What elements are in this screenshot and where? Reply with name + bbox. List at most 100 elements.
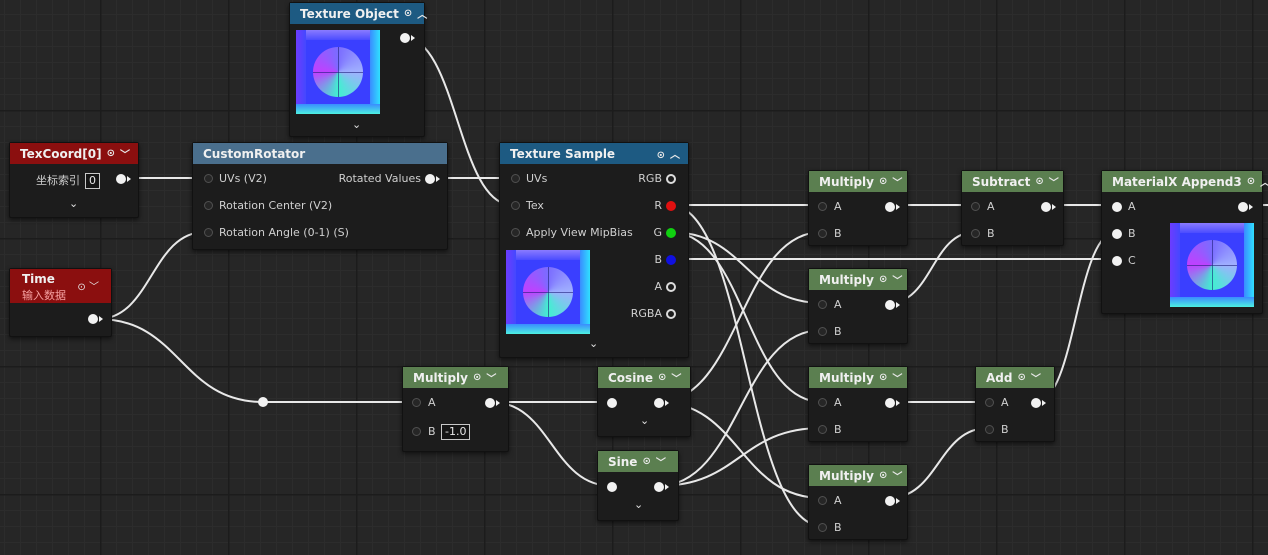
input-pin-uvs[interactable] [204,174,213,183]
chevron-up-icon[interactable]: ︿ [1260,174,1268,189]
chevron-down-icon[interactable]: ﹀ [1049,174,1059,189]
input-pin-b[interactable] [985,425,994,434]
input-pin-b[interactable] [971,229,980,238]
output-pin[interactable] [654,482,664,492]
node-header[interactable]: Multiply ⊙ ﹀ [809,465,907,486]
input-pin-mip-bias[interactable] [511,228,520,237]
chevron-down-icon[interactable]: ﹀ [671,370,681,385]
node-multiply-2[interactable]: Multiply ⊙ ﹀ A B [808,268,908,344]
input-pin[interactable] [607,482,617,492]
input-pin-uvs[interactable] [511,174,520,183]
input-pin-rotation-center[interactable] [204,201,213,210]
input-pin-a[interactable] [818,202,827,211]
output-pin[interactable] [88,314,98,324]
node-header[interactable]: Texture Sample ⊙ ︿ [500,143,688,164]
output-pin[interactable] [885,300,895,310]
chevron-down-icon[interactable]: ﹀ [120,146,130,161]
input-pin-a[interactable] [1112,202,1122,212]
node-sine[interactable]: Sine ⊙ ﹀ ⌄ [597,450,679,521]
node-multiply-3[interactable]: Multiply ⊙ ﹀ A B [808,366,908,442]
preview-toggle-icon[interactable]: ⊙ [1017,372,1025,383]
output-pin-rgba[interactable] [666,309,676,319]
input-pin[interactable] [607,398,617,408]
b-value-input[interactable]: -1.0 [441,424,471,440]
output-pin[interactable] [885,202,895,212]
output-pin[interactable] [1031,398,1041,408]
preview-toggle-icon[interactable]: ⊙ [879,274,887,285]
output-pin[interactable] [885,496,895,506]
preview-toggle-icon[interactable]: ⊙ [77,282,85,293]
node-subtract[interactable]: Subtract ⊙ ﹀ A B [961,170,1064,246]
node-custom-rotator[interactable]: CustomRotator UVs (V2) Rotation Center (… [192,142,448,250]
node-multiply-1[interactable]: Multiply ⊙ ﹀ A B [808,170,908,246]
output-pin[interactable] [485,398,495,408]
preview-toggle-icon[interactable]: ⊙ [879,470,887,481]
node-header[interactable]: Multiply ⊙ ﹀ [809,367,907,388]
chevron-down-icon[interactable]: ⌄ [69,197,78,210]
chevron-down-icon[interactable]: ﹀ [892,370,902,385]
node-header[interactable]: Multiply ⊙ ﹀ [809,171,907,192]
node-header[interactable]: Multiply ⊙ ﹀ [809,269,907,290]
chevron-down-icon[interactable]: ⌄ [634,498,643,511]
input-pin-b[interactable] [818,425,827,434]
node-header[interactable]: Texture Object ⊙ ︿ [290,3,427,24]
preview-toggle-icon[interactable]: ⊙ [879,372,887,383]
input-pin-a[interactable] [818,300,827,309]
input-pin-rotation-angle[interactable] [204,228,213,237]
node-add[interactable]: Add ⊙ ﹀ A B [975,366,1055,442]
output-pin-a[interactable] [666,282,676,292]
coordinate-index-input[interactable]: 0 [85,173,100,189]
preview-toggle-icon[interactable]: ⊙ [404,8,412,19]
node-header[interactable]: Multiply ⊙ ﹀ [403,367,508,388]
node-time[interactable]: Time 输入数据 ⊙ ﹀ [9,268,112,337]
chevron-down-icon[interactable]: ⌄ [352,118,361,131]
output-pin-g[interactable] [666,228,676,238]
input-pin-b[interactable] [818,229,827,238]
preview-toggle-icon[interactable]: ⊙ [657,150,665,161]
node-header[interactable]: Time 输入数据 ⊙ ﹀ [10,269,111,303]
node-header[interactable]: MaterialX Append3 ⊙ ︿ [1102,171,1268,192]
output-pin[interactable] [116,174,126,184]
chevron-up-icon[interactable]: ︿ [670,150,680,161]
node-materialx-append3[interactable]: MaterialX Append3 ⊙ ︿ A B C [1101,170,1268,314]
chevron-down-icon[interactable]: ﹀ [892,468,902,483]
chevron-down-icon[interactable]: ﹀ [1031,370,1041,385]
output-pin[interactable] [654,398,664,408]
reroute-pin[interactable] [258,397,268,407]
preview-toggle-icon[interactable]: ⊙ [642,456,650,467]
node-texcoord[interactable]: TexCoord[0] ⊙ ﹀ 坐标索引 0 ⌄ [9,142,139,218]
input-pin-b[interactable] [818,327,827,336]
input-pin-b[interactable] [818,523,827,532]
input-pin-a[interactable] [971,202,980,211]
node-cosine[interactable]: Cosine ⊙ ﹀ ⌄ [597,366,691,437]
output-pin-b[interactable] [666,255,676,265]
chevron-down-icon[interactable]: ﹀ [486,370,496,385]
output-pin[interactable] [400,33,410,43]
node-multiply-4[interactable]: Multiply ⊙ ﹀ A B [808,464,908,540]
output-pin[interactable] [1041,202,1051,212]
preview-toggle-icon[interactable]: ⊙ [107,148,115,159]
input-pin-b[interactable] [1112,229,1122,239]
preview-toggle-icon[interactable]: ⊙ [473,372,481,383]
output-pin[interactable] [1238,202,1248,212]
chevron-down-icon[interactable]: ﹀ [89,282,99,293]
node-header[interactable]: Subtract ⊙ ﹀ [962,171,1063,192]
node-header[interactable]: Add ⊙ ﹀ [976,367,1054,388]
chevron-up-icon[interactable]: ︿ [417,6,427,21]
node-texture-sample[interactable]: Texture Sample ⊙ ︿ UVs Tex Apply View Mip… [499,142,689,358]
preview-toggle-icon[interactable]: ⊙ [879,176,887,187]
preview-toggle-icon[interactable]: ⊙ [1247,176,1255,187]
preview-toggle-icon[interactable]: ⊙ [658,372,666,383]
input-pin-tex[interactable] [511,201,520,210]
output-pin-r[interactable] [666,201,676,211]
input-pin-a[interactable] [412,398,421,407]
input-pin-c[interactable] [1112,256,1122,266]
input-pin-a[interactable] [985,398,994,407]
node-header[interactable]: TexCoord[0] ⊙ ﹀ [10,143,138,164]
node-texture-object[interactable]: Texture Object ⊙ ︿ ⌄ [289,2,427,137]
node-header[interactable]: CustomRotator [193,143,447,164]
node-multiply-main[interactable]: Multiply ⊙ ﹀ A B -1.0 [402,366,509,452]
output-pin[interactable] [885,398,895,408]
chevron-down-icon[interactable]: ﹀ [656,454,666,469]
input-pin-b[interactable] [412,427,421,436]
